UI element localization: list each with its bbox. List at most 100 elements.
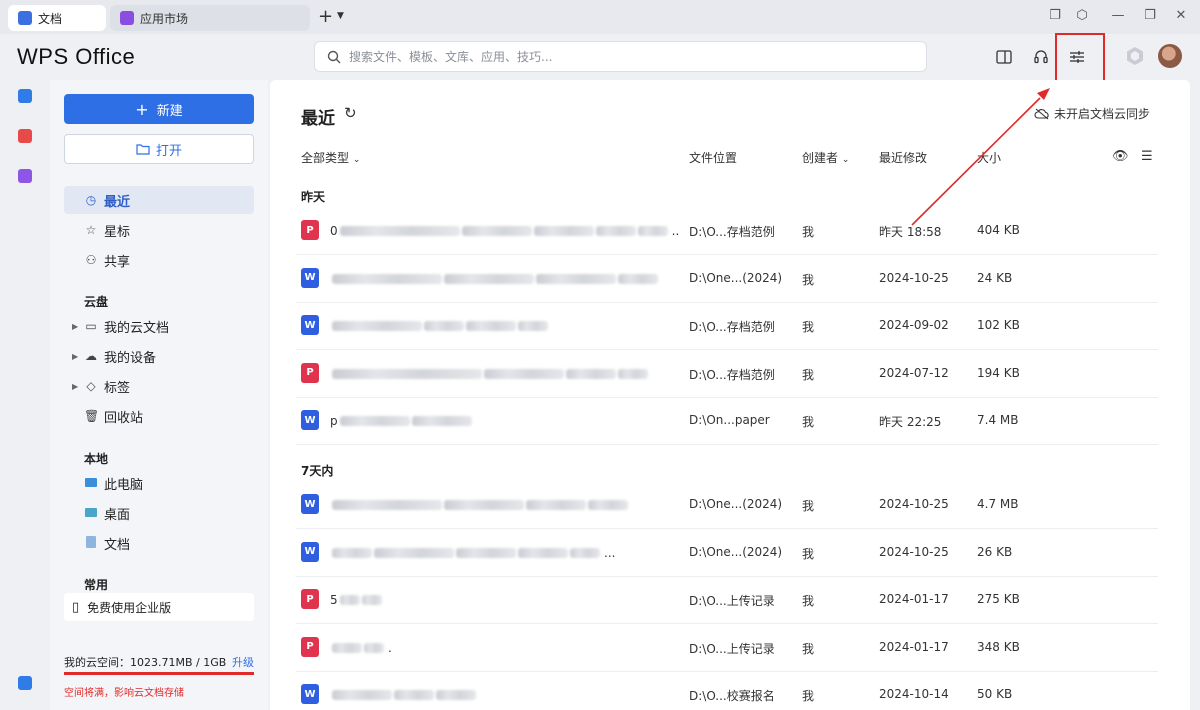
cell-location: D:\One...(2024)	[689, 544, 783, 559]
file-name-prefix: 5	[330, 593, 338, 607]
pdf-app-icon[interactable]	[18, 129, 32, 143]
storage-warning: 空间将满，影响云文档存储	[64, 688, 184, 699]
open-document-button[interactable]: 打开	[64, 134, 254, 164]
cell-location: D:\O...上传记录	[689, 641, 775, 656]
search-box[interactable]	[314, 41, 927, 72]
sidebar-item-starred[interactable]: ☆ 星标	[64, 216, 254, 244]
upgrade-link[interactable]: 升级	[232, 654, 254, 670]
expand-arrow-icon[interactable]: ▶	[72, 352, 78, 361]
table-row[interactable]: P 0.. D:\O...存档范例我昨天 18:58 404 KB	[296, 208, 1158, 255]
column-header-size[interactable]: 大小	[977, 149, 1001, 166]
page-title: 最近	[301, 109, 335, 129]
sidebar-item-desktop[interactable]: 桌面	[64, 499, 254, 527]
column-header-location[interactable]: 文件位置	[689, 149, 737, 166]
column-header-creator[interactable]: 创建者 ⌄	[802, 149, 849, 166]
file-name-suffix: ..	[671, 224, 680, 238]
window-restore-icon[interactable]: ❐	[1046, 8, 1064, 23]
sidebar-item-label: 我的设备	[104, 350, 157, 366]
redacted-text	[484, 368, 564, 379]
folder-icon: ▭	[85, 319, 97, 333]
apps-grid-icon[interactable]	[18, 169, 32, 183]
app-market-tab-icon	[120, 11, 134, 25]
close-icon[interactable]: ✕	[1172, 8, 1190, 23]
cell-location: D:\O...存档范例	[689, 320, 775, 334]
pdf-file-icon: P	[301, 636, 319, 657]
avatar[interactable]	[1158, 44, 1182, 68]
cell-modified: 2024-10-25	[879, 497, 949, 511]
cell-creator: 我	[802, 499, 815, 513]
plus-icon: +	[135, 99, 149, 119]
table-row[interactable]: P. D:\O...上传记录 我 2024-01-17 348 KB	[296, 625, 1158, 672]
chevron-down-icon[interactable]: ▼	[337, 11, 344, 21]
file-name	[330, 367, 652, 381]
cell-location: D:\O...存档范例	[689, 225, 775, 239]
redacted-text	[526, 500, 586, 510]
search-input[interactable]	[349, 49, 926, 64]
redacted-text	[637, 226, 668, 236]
search-icon	[327, 50, 341, 63]
table-row[interactable]: W D:\One...(2024) 我 2024-10-25 4.7 MB	[296, 482, 1158, 529]
sidebar-item-tags[interactable]: ▶ ◇ 标签	[64, 372, 254, 400]
layout-icon[interactable]	[993, 46, 1015, 68]
eye-icon[interactable]: 👁	[1112, 149, 1129, 164]
cloud-sync-status[interactable]: 未开启文档云同步	[1034, 105, 1150, 122]
cell-creator: 我	[802, 415, 815, 429]
file-name	[330, 272, 662, 286]
table-row[interactable]: Wp D:\On...paper 我 昨天 22:25 7.4 MB	[296, 398, 1158, 445]
cell-size: 102 KB	[977, 318, 1020, 332]
table-row[interactable]: P D:\O...存档范例 我 2024-07-12 194 KB	[296, 351, 1158, 398]
sidebar-item-recycle-bin[interactable]: 🗑 回收站	[64, 402, 254, 430]
redacted-text	[332, 321, 422, 331]
cube-icon[interactable]: ⬡	[1073, 8, 1091, 23]
sidebar-item-documents[interactable]: 文档	[64, 529, 254, 557]
table-row[interactable]: W D:\One...(2024) 我 2024-10-25 24 KB	[296, 256, 1158, 303]
cell-modified: 昨天 22:25	[879, 415, 942, 429]
list-settings-icon[interactable]: ☰	[1141, 149, 1153, 164]
new-button-label: 新建	[156, 103, 183, 119]
expand-arrow-icon[interactable]: ▶	[72, 322, 78, 331]
redacted-text	[339, 416, 410, 426]
calendar-app-icon[interactable]	[18, 89, 32, 103]
storage-usage-text: 我的云空间：1023.71MB / 1GB	[64, 656, 227, 669]
table-row[interactable]: W D:\O...校赛报名 我 2024-10-14 50 KB	[296, 672, 1158, 710]
cell-modified: 昨天 18:58	[879, 225, 942, 239]
sidebar-item-this-pc[interactable]: 此电脑	[64, 469, 254, 497]
redacted-text	[444, 500, 524, 510]
cell-location: D:\O...上传记录	[689, 594, 775, 608]
sidebar-item-my-cloud-docs[interactable]: ▶ ▭ 我的云文档	[64, 312, 254, 340]
cell-location: D:\One...(2024)	[689, 497, 783, 511]
tab-documents[interactable]: 文档	[8, 5, 106, 31]
file-name: ...	[330, 546, 615, 560]
membership-badge-icon[interactable]	[1125, 46, 1145, 66]
cell-modified: 2024-01-17	[879, 592, 949, 606]
file-name-suffix: .	[388, 640, 392, 655]
refresh-icon[interactable]: ↻	[344, 104, 357, 122]
tab-app-market[interactable]: 应用市场	[110, 5, 310, 31]
computer-icon	[84, 476, 98, 490]
common-section-title: 常用	[84, 578, 109, 592]
sidebar-item-shared[interactable]: ⚇ 共享	[64, 246, 254, 274]
headset-icon[interactable]	[1030, 46, 1052, 68]
new-tab-button[interactable]: +	[318, 7, 333, 27]
maximize-icon[interactable]: ❐	[1141, 8, 1159, 23]
table-row[interactable]: W D:\O...存档范例 我 2024-09-02 102 KB	[296, 303, 1158, 350]
column-header-modified[interactable]: 最近修改	[879, 149, 927, 166]
cell-modified: 2024-10-25	[879, 270, 949, 285]
sidebar-item-recent[interactable]: ◷ 最近	[64, 186, 254, 214]
enterprise-trial-button[interactable]: ▯ 免费使用企业版	[64, 593, 254, 621]
type-filter[interactable]: 全部类型 ⌄	[301, 149, 360, 166]
redacted-text	[332, 547, 372, 558]
cell-creator: 我	[802, 546, 815, 561]
redacted-text	[361, 595, 382, 605]
table-row[interactable]: W... D:\One...(2024) 我 2024-10-25 26 KB	[296, 530, 1158, 577]
table-row[interactable]: P 5 D:\O...上传记录 我 2024-01-17 275 KB	[296, 577, 1158, 624]
new-document-button[interactable]: + 新建	[64, 94, 254, 124]
cell-location: D:\One...(2024)	[689, 270, 783, 285]
sidebar-item-my-devices[interactable]: ▶ ☁ 我的设备	[64, 342, 254, 370]
expand-arrow-icon[interactable]: ▶	[72, 382, 78, 391]
pdf-file-icon: P	[301, 589, 319, 609]
cloud-app-icon[interactable]	[18, 676, 32, 690]
minimize-icon[interactable]: —	[1109, 8, 1127, 23]
clock-icon: ◷	[85, 193, 97, 207]
cell-creator: 我	[802, 641, 815, 656]
